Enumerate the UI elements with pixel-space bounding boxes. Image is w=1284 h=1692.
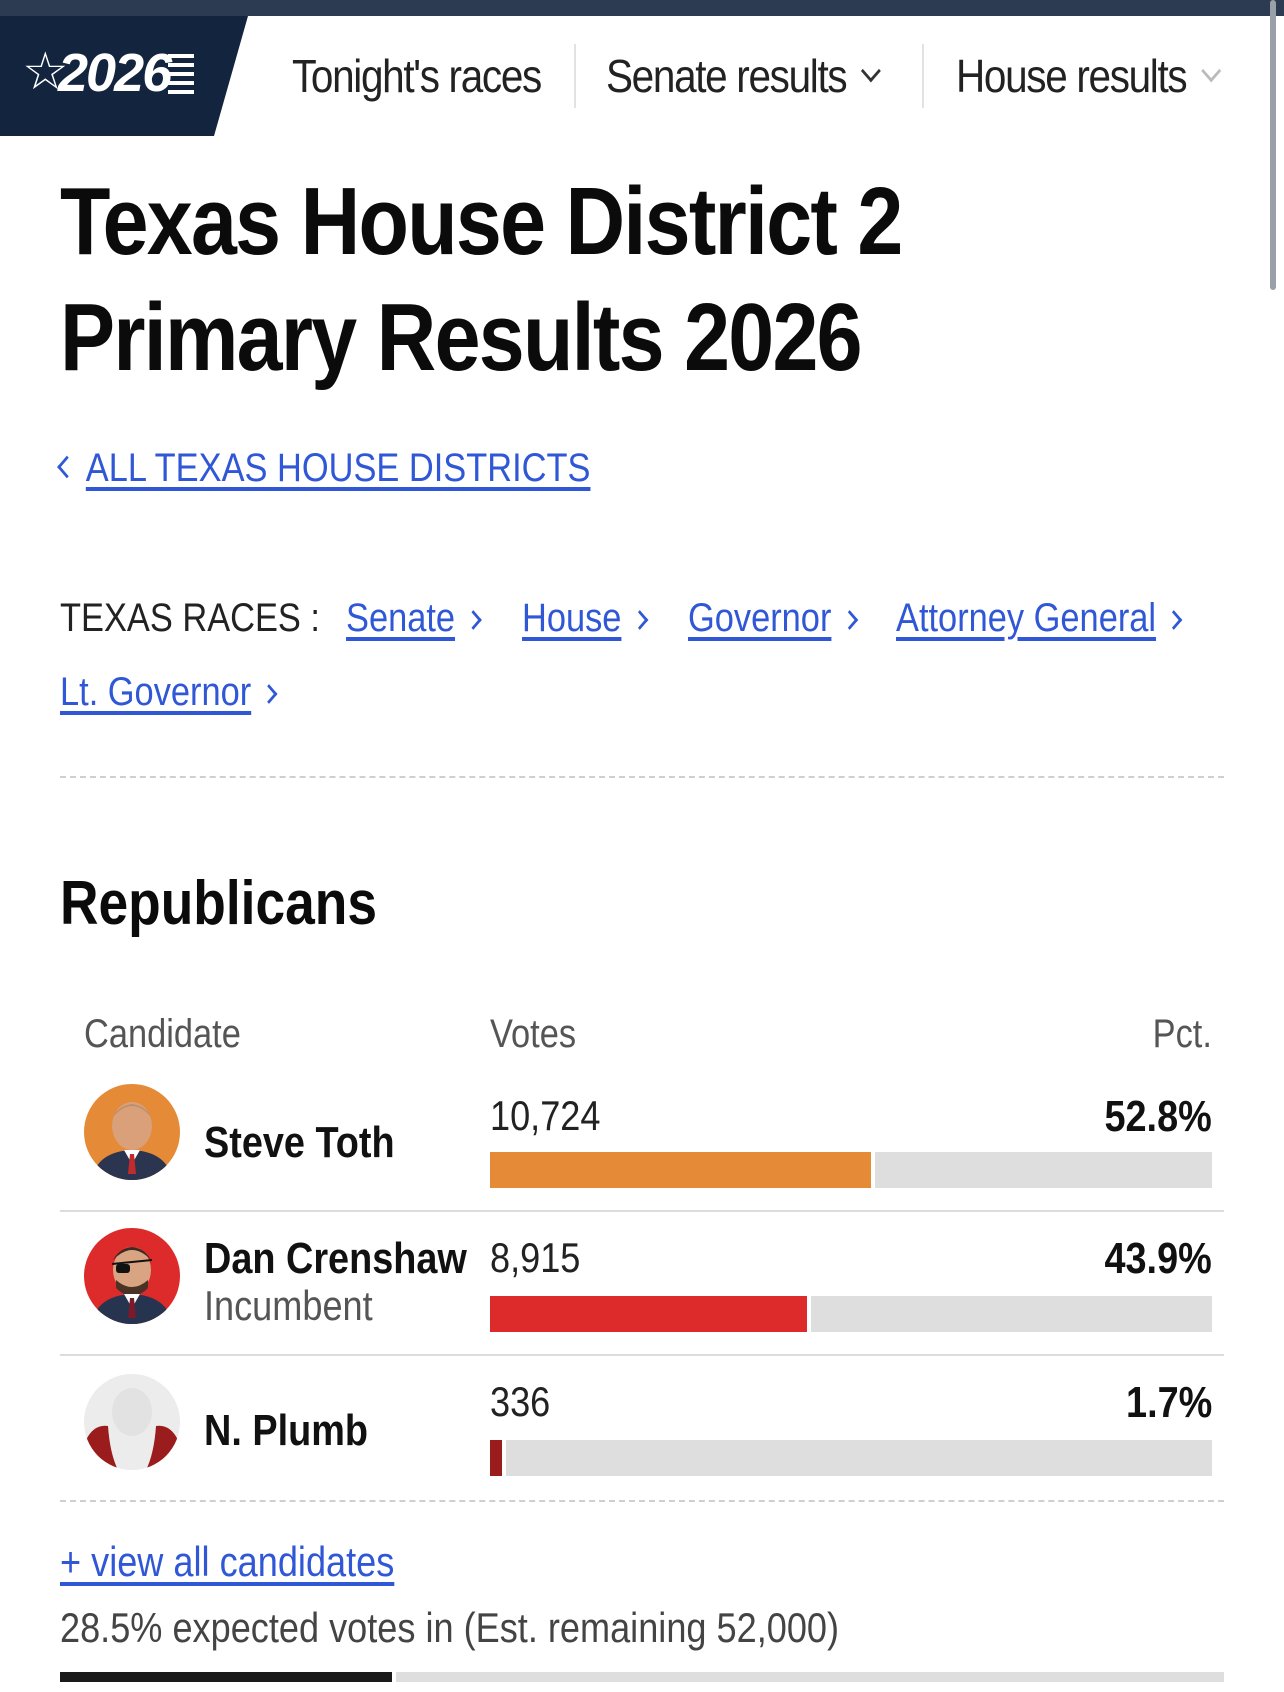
view-all-candidates-link[interactable]: + view all candidates [60, 1538, 394, 1586]
column-header-candidate: Candidate [84, 1012, 241, 1056]
candidate-pct: 52.8% [1104, 1092, 1212, 1141]
vote-share-gap [502, 1440, 506, 1476]
chevron-left-icon [57, 455, 77, 479]
row-divider [60, 1210, 1224, 1212]
nav-item-label: House results [956, 50, 1188, 102]
nav-divider [922, 44, 924, 108]
candidate-name: Steve Toth [204, 1118, 395, 1167]
scrollbar[interactable] [1270, 0, 1276, 290]
top-nav: ☆ 2026 Tonight's races Senate results Ho… [0, 16, 1284, 136]
logo[interactable]: ☆ 2026 [0, 16, 248, 136]
chevron-right-icon [630, 610, 649, 630]
nav-item-label: Tonight's races [292, 50, 542, 102]
back-link-label: ALL TEXAS HOUSE DISTRICTS [85, 446, 591, 490]
row-divider [60, 1354, 1224, 1356]
chevron-down-icon [860, 59, 881, 83]
stripes-icon [168, 54, 194, 98]
view-all-label: + view all candidates [60, 1538, 395, 1585]
page-title-line1: Texas House District 2 [60, 168, 903, 275]
race-link-label: Senate [346, 596, 456, 640]
back-link[interactable]: ALL TEXAS HOUSE DISTRICTS [57, 446, 591, 491]
chevron-right-icon [1165, 610, 1183, 630]
page-title-line2: Primary Results 2026 [60, 284, 863, 391]
candidate-pct: 1.7% [1125, 1378, 1212, 1427]
race-link-senate[interactable]: Senate [346, 596, 482, 641]
nav-item-senate-results[interactable]: Senate results [606, 16, 881, 136]
vote-share-gap [807, 1296, 811, 1332]
race-link-house[interactable]: House [522, 596, 649, 641]
chevron-right-icon [464, 610, 482, 630]
expected-votes-text: 28.5% expected votes in (Est. remaining … [60, 1604, 840, 1651]
race-link-label: Governor [688, 596, 832, 640]
avatar-placeholder [84, 1374, 180, 1470]
race-link-label: Attorney General [896, 596, 1157, 640]
vote-share-fill [490, 1152, 871, 1188]
candidate-name: N. Plumb [204, 1406, 368, 1455]
candidate-pct: 43.9% [1104, 1234, 1212, 1283]
vote-share-bar [490, 1296, 1212, 1332]
section-divider [60, 776, 1224, 778]
candidate-votes: 336 [490, 1378, 551, 1425]
vote-share-bar [490, 1152, 1212, 1188]
column-header-pct: Pct. [1152, 1012, 1212, 1056]
expected-votes-progress [60, 1672, 1224, 1682]
section-divider [60, 1500, 1224, 1502]
page-title: Texas House District 2 Primary Results 2… [60, 164, 903, 396]
race-link-label: House [522, 596, 622, 640]
candidate-status: Incumbent [204, 1282, 373, 1329]
top-strip [0, 0, 1284, 16]
nav-item-tonights-races[interactable]: Tonight's races [292, 16, 542, 136]
nav-divider [574, 44, 576, 108]
race-link-label: Lt. Governor [60, 670, 252, 714]
vote-share-gap [871, 1152, 875, 1188]
party-heading: Republicans [60, 869, 378, 938]
chevron-right-icon [840, 610, 858, 630]
avatar [84, 1228, 180, 1324]
avatar [84, 1084, 180, 1180]
candidate-name: Dan Crenshaw [204, 1234, 467, 1283]
expected-votes-gap [392, 1672, 396, 1682]
chevron-right-icon [260, 684, 278, 704]
logo-year: 2026 [58, 43, 172, 103]
expected-votes-fill [60, 1672, 392, 1682]
vote-share-bar [490, 1440, 1212, 1476]
chevron-down-icon [1201, 59, 1221, 83]
vote-share-fill [490, 1440, 502, 1476]
vote-share-fill [490, 1296, 807, 1332]
race-link-lt-governor[interactable]: Lt. Governor [60, 670, 278, 715]
column-header-votes: Votes [490, 1012, 577, 1056]
nav-item-label: Senate results [606, 50, 848, 102]
candidate-votes: 10,724 [490, 1092, 601, 1139]
nav-item-house-results[interactable]: House results [956, 16, 1221, 136]
race-link-governor[interactable]: Governor [688, 596, 858, 641]
races-label: TEXAS RACES : [60, 596, 320, 640]
race-link-attorney-general[interactable]: Attorney General [896, 596, 1183, 641]
candidate-votes: 8,915 [490, 1234, 581, 1281]
